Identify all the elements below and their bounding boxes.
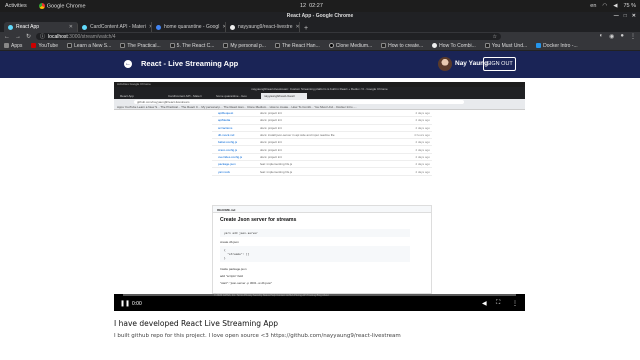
file-row: apiMedia docs: project init 4 days ago: [212, 117, 432, 125]
file-row: yarn.lock feat: implementing hls.js 4 days…: [212, 168, 432, 176]
video-frame-address: github.com/nayyaung9/react-livestream: [134, 100, 464, 104]
dev-icon: [169, 43, 175, 48]
readme-body: Create Json server for streams yarn add …: [212, 213, 432, 294]
avatar[interactable]: [438, 57, 452, 71]
file-row: overrides.config.js docs: project init 4 d…: [212, 154, 432, 162]
pause-icon[interactable]: ❚❚: [120, 300, 130, 307]
app-title[interactable]: React - Live Streaming App: [141, 59, 238, 68]
tab-react-app[interactable]: React App ✕: [4, 22, 78, 32]
readme-text: Inside package.json: [220, 267, 247, 271]
info-icon[interactable]: ⓘ: [40, 33, 45, 40]
dev-icon: [484, 43, 490, 48]
react-favicon-icon: [8, 24, 13, 30]
dev-icon: [67, 43, 73, 48]
dev-icon: [274, 43, 280, 48]
clock[interactable]: 12 02:27: [300, 3, 323, 9]
chrome-icon: [38, 2, 45, 9]
bookmark-item[interactable]: The Practical...: [120, 43, 161, 49]
file-row: package.json feat: implementing hls.js 4 d…: [212, 161, 432, 169]
video-time: 0:00: [132, 301, 142, 307]
volume-icon[interactable]: ◀: [613, 3, 617, 9]
bookmarks-bar: Apps YouTube Learn a New S... The Practi…: [0, 41, 640, 51]
video-controls: ❚❚ 0:00 ◀ ⛶ ⋮: [114, 294, 525, 311]
bookmark-item[interactable]: Clone Medium...: [328, 43, 372, 49]
bookmark-item[interactable]: You Must Und...: [484, 43, 527, 49]
back-arrow-icon[interactable]: ←: [4, 34, 10, 40]
readme-text: add "scripts" field: [220, 274, 243, 278]
browser-toolbar: ← → ↻ ⓘ localhost:3000/stream/watch/4 ☆ …: [0, 32, 640, 41]
readme-heading: Create Json server for streams: [220, 217, 297, 223]
volume-icon[interactable]: ◀: [482, 300, 487, 307]
bookmark-item[interactable]: The React Han...: [274, 43, 320, 49]
file-row: db.mock.md docs: install json-server in a…: [212, 132, 432, 140]
window-title-bar: React App - Google Chrome — □ ✕: [0, 12, 640, 20]
code-block: { "streams": [] }: [220, 246, 410, 262]
dev-icon: [223, 43, 229, 48]
video-frame-tabs: React App CardContent API - Materi home …: [114, 92, 525, 99]
close-window-icon[interactable]: ✕: [632, 12, 636, 20]
stream-description: I built github repo for this project. I …: [114, 333, 401, 339]
battery-indicator[interactable]: 75 %: [623, 3, 636, 9]
bookmark-item[interactable]: Docker Intro -...: [536, 43, 578, 49]
fullscreen-icon[interactable]: ⛶: [496, 300, 500, 307]
extension-icon[interactable]: ◉: [609, 33, 614, 40]
forward-arrow-icon[interactable]: →: [15, 34, 21, 40]
google-favicon-icon: [156, 24, 161, 30]
bookmark-item[interactable]: How To Combi...: [432, 43, 476, 49]
readme-header: README.md: [212, 205, 432, 213]
dev-icon: [120, 43, 126, 48]
more-options-icon[interactable]: ⋮: [512, 300, 518, 307]
tab-close-icon[interactable]: ✕: [69, 24, 73, 30]
file-list: apiRequest docs: project init 4 days ago a…: [212, 110, 432, 176]
file-row: craco.config.js docs: project init 4 days …: [212, 146, 432, 154]
github-icon: [432, 43, 438, 48]
bookmark-item[interactable]: How to create...: [381, 43, 423, 49]
bookmark-apps[interactable]: Apps: [4, 43, 22, 49]
video-progress-bar[interactable]: [123, 294, 516, 296]
app-navbar: ← React - Live Streaming App Nay Yaung S…: [0, 51, 640, 78]
video-player[interactable]: Activities Google Chrome nayyaung9/react…: [114, 82, 525, 311]
window-title: React App - Google Chrome: [286, 13, 354, 19]
activities-button[interactable]: Activities: [5, 3, 27, 9]
code-block: yarn add json-server: [220, 229, 410, 237]
tab-strip: React App ✕ CardContent API - Materi ✕ h…: [0, 20, 640, 32]
docker-icon: [536, 43, 542, 48]
bookmark-item[interactable]: Learn a New S...: [67, 43, 111, 49]
medium-icon: [328, 43, 334, 48]
minimize-icon[interactable]: —: [614, 12, 619, 20]
sign-out-button[interactable]: SIGN OUT: [483, 57, 516, 71]
apps-grid-icon: [4, 43, 9, 48]
youtube-icon: [31, 43, 37, 48]
bookmark-youtube[interactable]: YouTube: [31, 43, 58, 49]
wifi-icon[interactable]: ◠: [602, 3, 607, 9]
bookmark-item[interactable]: My personal p...: [223, 43, 266, 49]
readme-text: "start": "json-server -p 3001 -w db.json…: [220, 281, 273, 285]
material-ui-favicon-icon: [82, 24, 87, 30]
readme-text: create db.json: [220, 240, 239, 244]
bookmark-star-icon[interactable]: ☆: [493, 34, 497, 40]
file-row: babel.config.js docs: project init 4 days …: [212, 139, 432, 147]
stream-title: I have developed React Live Streaming Ap…: [114, 319, 279, 328]
bookmark-item[interactable]: 5. The React C...: [169, 43, 214, 49]
video-frame-page: apiRequest docs: project init 4 days ago a…: [114, 110, 525, 294]
new-tab-button[interactable]: +: [300, 25, 312, 32]
reload-icon[interactable]: ↻: [26, 33, 31, 40]
os-top-bar: Activities Google Chrome 12 02:27 en ◠ ◀…: [0, 0, 640, 12]
file-row: src/actions docs: project init 4 days ago: [212, 125, 432, 132]
address-bar[interactable]: ⓘ localhost:3000/stream/watch/4 ☆: [36, 33, 502, 40]
chrome-menu-icon[interactable]: ⋮: [630, 33, 636, 40]
app-menu[interactable]: Google Chrome: [38, 2, 86, 9]
maximize-icon[interactable]: □: [624, 12, 627, 20]
dev-icon: [381, 43, 387, 48]
github-favicon-icon: [230, 24, 235, 30]
back-arrow-icon[interactable]: ←: [124, 60, 132, 68]
extension-icon[interactable]: ◐: [600, 33, 604, 40]
tab-github-repo[interactable]: nayyaung9/react-livestre ✕: [226, 22, 300, 32]
tab-cardcontent[interactable]: CardContent API - Materi ✕: [78, 22, 152, 32]
profile-avatar-icon[interactable]: ●: [620, 33, 624, 40]
file-row: apiRequest docs: project init 4 days ago: [212, 110, 432, 118]
tab-home-quarantine[interactable]: home quarantine - Googl ✕: [152, 22, 226, 32]
language-indicator[interactable]: en: [590, 3, 596, 9]
